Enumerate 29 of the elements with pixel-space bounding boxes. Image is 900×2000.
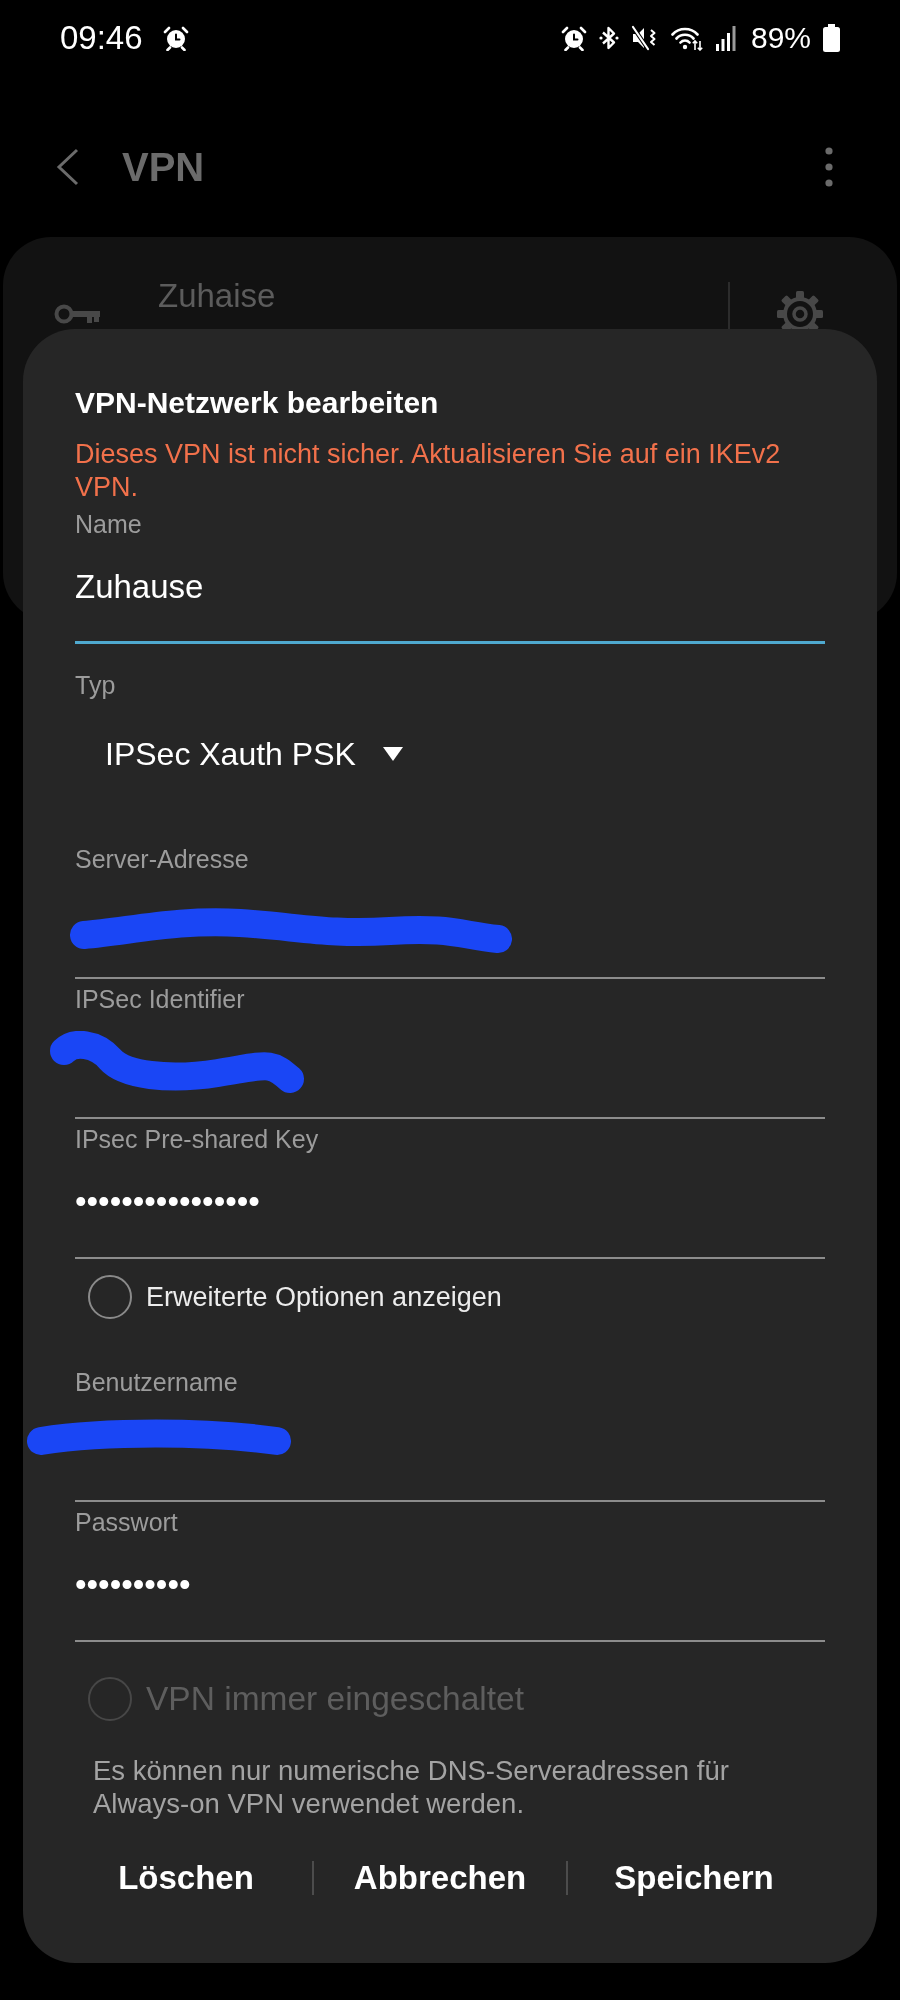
dialog-button[interactable]: Speichern <box>568 1848 820 1908</box>
field-label: Typ <box>75 670 117 700</box>
field-label: Benutzername <box>75 1367 239 1397</box>
field-label: Server-Adresse <box>75 844 250 874</box>
bluetooth-icon <box>598 24 619 51</box>
more-options-icon[interactable] <box>825 147 833 187</box>
field-label: Name <box>75 509 143 539</box>
field-label: IPSec Identifier <box>75 984 246 1014</box>
caret-icon <box>382 747 403 761</box>
alarm-icon <box>162 24 189 51</box>
signal-icon <box>714 24 737 51</box>
status-time: 09:46 <box>60 18 143 57</box>
battery-percent: 89% <box>750 19 811 56</box>
warning-text: Dieses VPN ist nicht sicher. Aktualisieren Sie auf ein IKEv2 VPN. <box>75 438 782 504</box>
alarm-icon <box>560 24 587 51</box>
field-label: Passwort <box>75 1507 179 1537</box>
input-field[interactable]: •••••••••••••••• <box>75 1154 825 1259</box>
field-label: IPsec Pre-shared Key <box>75 1124 320 1154</box>
dialog-button[interactable]: Abbrechen <box>314 1848 566 1908</box>
radio-option[interactable]: Erweiterte Optionen anzeigen <box>75 1267 825 1327</box>
input-field[interactable]: •••••••••• <box>75 1537 825 1642</box>
app-title: VPN <box>122 144 206 190</box>
type-dropdown[interactable]: IPSec Xauth PSK <box>75 730 403 778</box>
dialog-title: VPN-Netzwerk bearbeiten <box>75 385 440 421</box>
info-note: Es können nur numerische DNS-Serveradressen für Always-on VPN verwendet werden. <box>92 1754 730 1820</box>
dialog-button[interactable]: Löschen <box>60 1848 312 1908</box>
back-icon[interactable] <box>56 148 80 186</box>
input-field[interactable]: Zuhause <box>75 539 825 644</box>
battery-icon <box>823 23 840 52</box>
